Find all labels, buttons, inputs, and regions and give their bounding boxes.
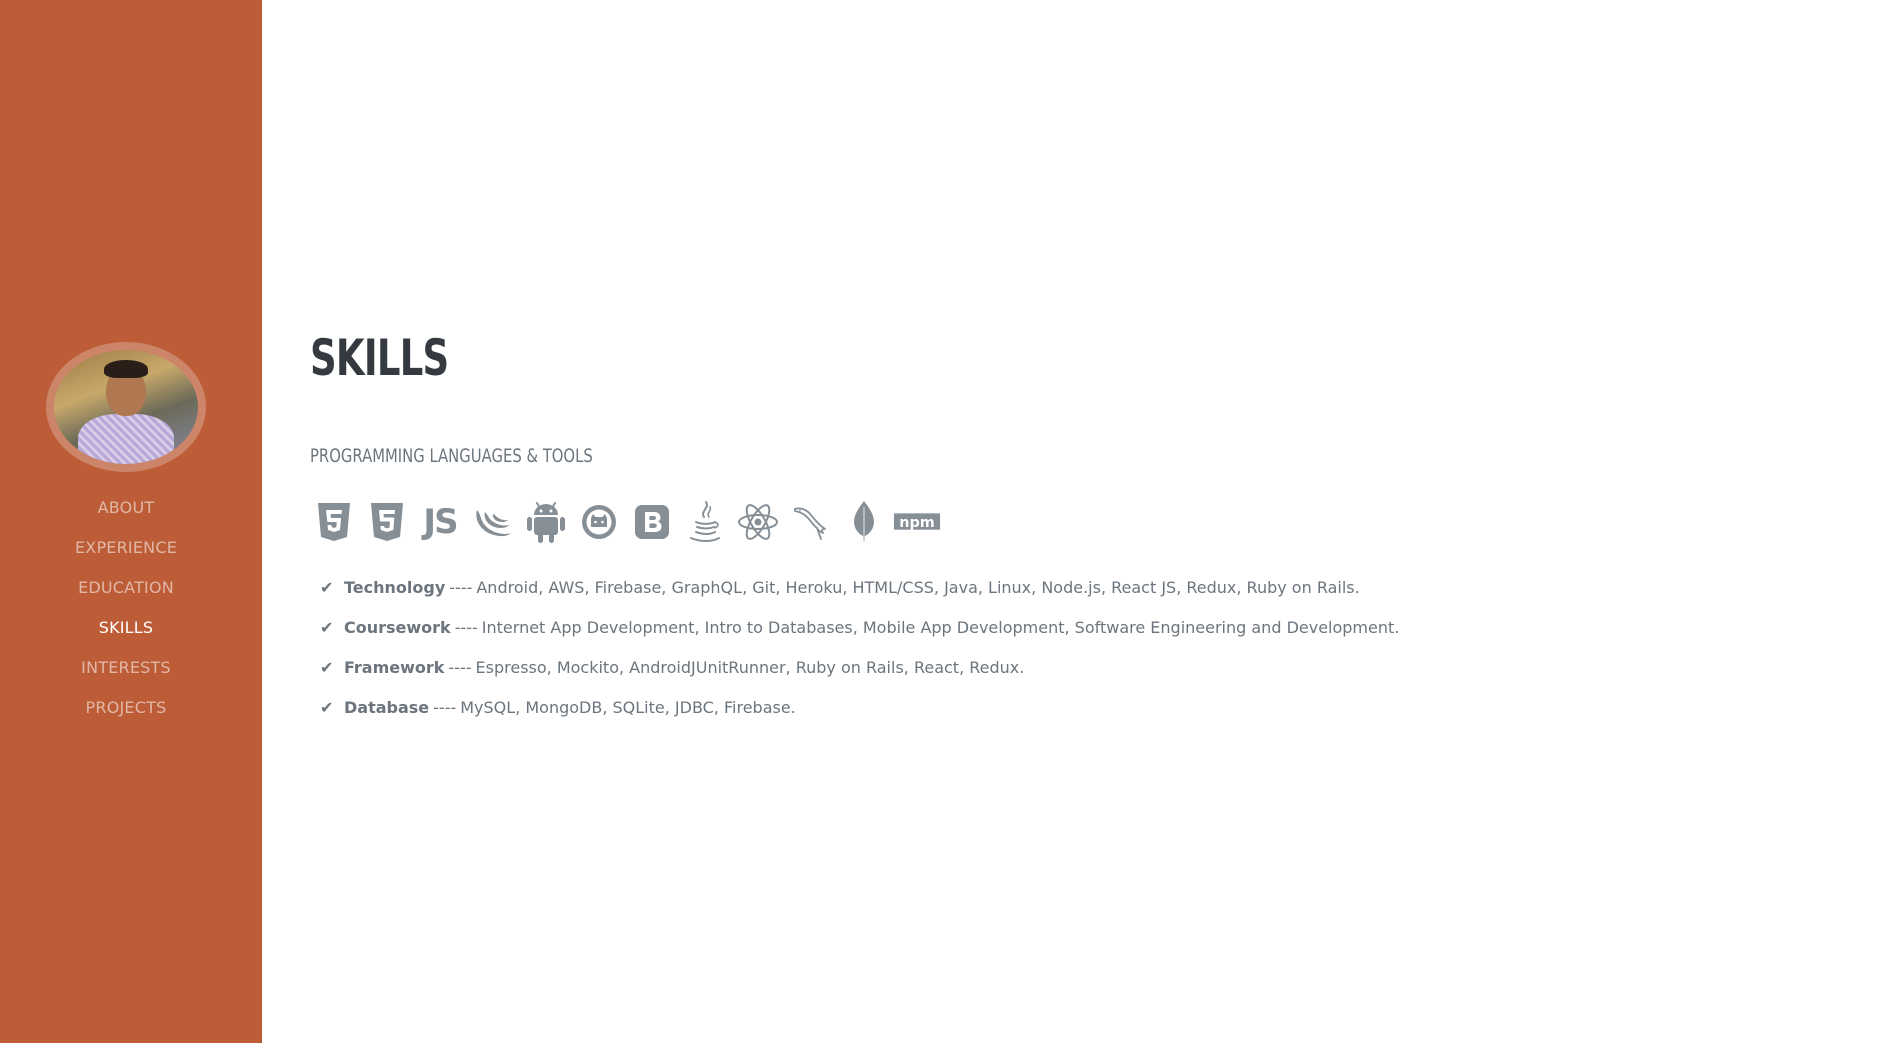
check-icon: ✔	[320, 578, 334, 597]
js-icon: JS	[423, 502, 458, 542]
skill-item-technology: ✔ Technology ---- Android, AWS, Firebase…	[310, 576, 1399, 616]
avatar-shirt	[78, 414, 174, 464]
html5-icon	[310, 496, 358, 548]
github-icon	[575, 496, 623, 548]
css3-icon	[363, 496, 411, 548]
check-icon: ✔	[320, 618, 334, 637]
sidebar-nav: About Experience Education Skills Intere…	[0, 496, 252, 736]
skill-items: MySQL, MongoDB, SQLite, JDBC, Firebase.	[460, 698, 796, 717]
profile-avatar	[54, 350, 198, 464]
avatar-hair	[104, 360, 148, 378]
jquery-icon	[469, 496, 517, 548]
skill-category: Coursework	[344, 618, 451, 637]
npm-icon: npm	[893, 496, 941, 548]
npm-icon-label: npm	[899, 515, 935, 531]
mongodb-icon	[840, 496, 888, 548]
bootstrap-icon	[628, 496, 676, 548]
page: About Experience Education Skills Intere…	[0, 0, 1880, 1043]
check-icon: ✔	[320, 658, 334, 677]
section-title: SKILLS	[310, 329, 449, 387]
skill-separator: ----	[433, 698, 457, 717]
nav-link-projects[interactable]: Projects	[86, 696, 167, 720]
skill-item-framework: ✔ Framework ---- Espresso, Mockito, Andr…	[310, 656, 1399, 696]
nav-item-interests: Interests	[0, 656, 252, 696]
nav-link-education[interactable]: Education	[78, 576, 174, 600]
skill-items: Internet App Development, Intro to Datab…	[481, 618, 1400, 637]
nav-link-interests[interactable]: Interests	[81, 656, 171, 680]
profile-avatar-frame	[46, 342, 206, 472]
skill-item-database: ✔ Database ---- MySQL, MongoDB, SQLite, …	[310, 696, 1399, 736]
nav-item-education: Education	[0, 576, 252, 616]
nav-link-skills[interactable]: Skills	[99, 616, 154, 640]
skill-category: Framework	[344, 658, 445, 677]
skill-items: Espresso, Mockito, AndroidJUnitRunner, R…	[475, 658, 1025, 677]
nav-item-about: About	[0, 496, 252, 536]
nav-link-experience[interactable]: Experience	[75, 536, 177, 560]
check-icon: ✔	[320, 698, 334, 717]
skill-separator: ----	[448, 658, 472, 677]
tools-icon-row: JS npm	[310, 496, 946, 548]
react-icon	[734, 496, 782, 548]
skill-category: Database	[344, 698, 430, 717]
sidebar: About Experience Education Skills Intere…	[0, 0, 262, 1043]
android-icon	[522, 496, 570, 548]
java-icon	[681, 496, 729, 548]
tools-subheading: PROGRAMMING LANGUAGES & TOOLS	[310, 445, 593, 467]
skill-item-coursework: ✔ Coursework ---- Internet App Developme…	[310, 616, 1399, 656]
skill-separator: ----	[449, 578, 473, 597]
skills-list: ✔ Technology ---- Android, AWS, Firebase…	[310, 576, 1399, 736]
skill-category: Technology	[344, 578, 446, 597]
skill-separator: ----	[454, 618, 478, 637]
nav-link-about[interactable]: About	[98, 496, 155, 520]
mysql-icon	[787, 496, 835, 548]
nav-item-skills: Skills	[0, 616, 252, 656]
skill-items: Android, AWS, Firebase, GraphQL, Git, He…	[476, 578, 1360, 597]
nav-item-projects: Projects	[0, 696, 252, 736]
nav-item-experience: Experience	[0, 536, 252, 576]
